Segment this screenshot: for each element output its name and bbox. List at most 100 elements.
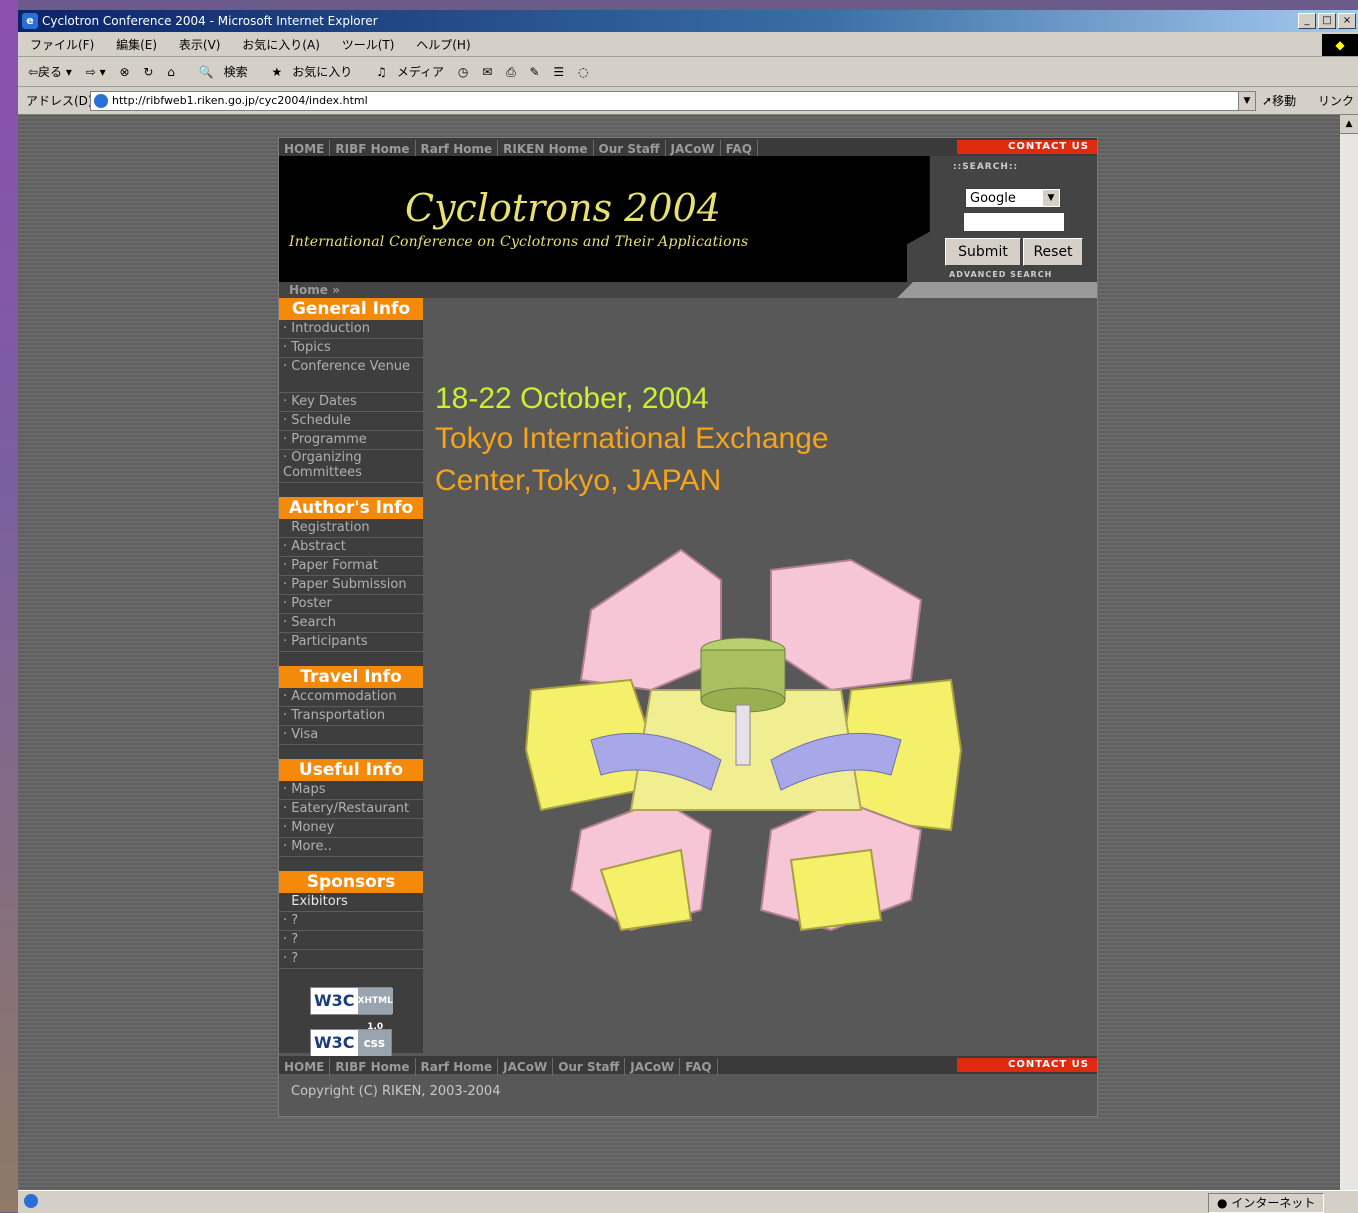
sidebar-item-paper-submission[interactable]: · Paper Submission xyxy=(279,576,423,595)
foot-nav-ribf-home[interactable]: RIBF Home xyxy=(330,1058,416,1076)
sidebar-item-sponsor-3[interactable]: · ? xyxy=(279,950,423,969)
history-icon[interactable]: ◷ xyxy=(458,65,468,79)
print-icon[interactable]: ⎙ xyxy=(506,65,516,79)
reset-button[interactable]: Reset xyxy=(1023,238,1083,266)
sidebar-item-maps[interactable]: · Maps xyxy=(279,781,423,800)
foot-nav-our-staff[interactable]: Our Staff xyxy=(553,1058,626,1076)
window-title: Cyclotron Conference 2004 - Microsoft In… xyxy=(42,14,378,28)
address-input[interactable]: http://ribfweb1.riken.go.jp/cyc2004/inde… xyxy=(90,91,1240,111)
sidebar-item-label: Programme xyxy=(291,432,367,447)
footer-nav: HOME RIBF Home Rarf Home JACoW Our Staff JACo… xyxy=(279,1056,1097,1076)
sponsors-heading: Sponsors xyxy=(279,871,423,893)
sidebar-item-label: Money xyxy=(291,820,335,835)
menu-tools[interactable]: ツール(T) xyxy=(342,38,395,52)
vertical-scrollbar[interactable]: ▲ xyxy=(1340,115,1358,1190)
go-button[interactable]: ➚移動 xyxy=(1262,88,1296,114)
media-label: メディア xyxy=(396,65,445,79)
sidebar-item-paper-format[interactable]: · Paper Format xyxy=(279,557,423,576)
refresh-icon[interactable]: ↻ xyxy=(143,65,153,79)
submit-button[interactable]: Submit xyxy=(945,238,1021,266)
sidebar-item-money[interactable]: · Money xyxy=(279,819,423,838)
sidebar-item-registration[interactable]: Registration xyxy=(279,519,423,538)
sidebar-item-accommodation[interactable]: · Accommodation xyxy=(279,688,423,707)
scroll-up-icon[interactable]: ▲ xyxy=(1340,115,1358,134)
sidebar-item-label: ? xyxy=(291,951,299,966)
sidebar-item-schedule[interactable]: · Schedule xyxy=(279,412,423,431)
footer-contact-us-link[interactable]: CONTACT US xyxy=(947,1058,1097,1072)
sidebar-item-programme[interactable]: · Programme xyxy=(279,431,423,450)
general-info-heading: General Info xyxy=(279,298,423,320)
search-engine-select[interactable]: Google ▼ xyxy=(965,188,1061,208)
title-bar: e Cyclotron Conference 2004 - Microsoft … xyxy=(18,10,1358,32)
sidebar-item-more[interactable]: · More.. xyxy=(279,838,423,857)
sidebar-item-abstract[interactable]: · Abstract xyxy=(279,538,423,557)
sidebar-item-conference-venue[interactable]: · Conference Venue xyxy=(279,358,423,393)
page-viewport: HOME RIBF Home Rarf Home RIKEN Home Our Staf… xyxy=(18,115,1340,1190)
advanced-search-link[interactable]: ADVANCED SEARCH xyxy=(949,270,1052,279)
menu-file[interactable]: ファイル(F) xyxy=(30,38,94,52)
home-icon[interactable]: ⌂ xyxy=(167,65,175,79)
maximize-button[interactable]: □ xyxy=(1318,13,1336,29)
back-button[interactable]: ⇦戻る ▾ xyxy=(28,65,72,79)
foot-nav-jacow-2[interactable]: JACoW xyxy=(625,1058,681,1076)
sidebar-item-label: Topics xyxy=(291,340,331,355)
sidebar-item-label: Abstract xyxy=(291,539,346,554)
cyclotron-illustration xyxy=(524,548,963,932)
sidebar-item-sponsor-2[interactable]: · ? xyxy=(279,931,423,950)
search-panel: ::SEARCH:: Google ▼ Submit Reset ADVANCE… xyxy=(907,156,1097,282)
discuss-icon[interactable]: ☰ xyxy=(553,65,564,79)
foot-nav-rarf-home[interactable]: Rarf Home xyxy=(416,1058,499,1076)
menu-favorites[interactable]: お気に入り(A) xyxy=(242,38,320,52)
mail-icon[interactable]: ✉ xyxy=(482,65,492,79)
foot-nav-jacow[interactable]: JACoW xyxy=(498,1058,554,1076)
w3c-css-badge[interactable]: W3C css xyxy=(310,1029,392,1057)
contact-us-link[interactable]: CONTACT US xyxy=(947,140,1097,154)
close-button[interactable]: × xyxy=(1338,13,1356,29)
search-button[interactable]: 🔍 検索 xyxy=(189,65,248,79)
globe-icon: ● xyxy=(1217,1196,1228,1210)
sidebar-item-visa[interactable]: · Visa xyxy=(279,726,423,745)
sidebar-item-organizing-committees[interactable]: · Organizing Committees xyxy=(279,450,423,483)
messenger-icon[interactable]: ◌ xyxy=(578,65,588,79)
conference-page: HOME RIBF Home Rarf Home RIKEN Home Our Staf… xyxy=(278,137,1098,1117)
top-nav: HOME RIBF Home Rarf Home RIKEN Home Our Staf… xyxy=(279,138,1097,158)
sidebar-item-sponsor-1[interactable]: · ? xyxy=(279,912,423,931)
foot-nav-home[interactable]: HOME xyxy=(279,1058,331,1076)
sidebar-item-exibitors[interactable]: Exibitors xyxy=(279,893,423,912)
edit-icon[interactable]: ✎ xyxy=(530,65,540,79)
menu-help[interactable]: ヘルプ(H) xyxy=(416,38,470,52)
chevron-down-icon: ▼ xyxy=(1043,190,1059,206)
menu-edit[interactable]: 編集(E) xyxy=(116,38,157,52)
breadcrumb[interactable]: Home » xyxy=(289,282,340,298)
sidebar-item-topics[interactable]: · Topics xyxy=(279,339,423,358)
breadcrumb-decoration xyxy=(897,282,1097,298)
conference-date: 18-22 October, 2004 xyxy=(435,382,709,415)
menu-view[interactable]: 表示(V) xyxy=(179,38,221,52)
search-input[interactable] xyxy=(963,212,1065,232)
sidebar-item-transportation[interactable]: · Transportation xyxy=(279,707,423,726)
links-button[interactable]: リンク xyxy=(1318,88,1354,114)
sidebar-item-search[interactable]: · Search xyxy=(279,614,423,633)
w3c-xhtml-badge[interactable]: W3C XHTML 1.0 xyxy=(310,987,393,1032)
foot-nav-faq[interactable]: FAQ xyxy=(680,1058,718,1076)
media-button[interactable]: ♫ メディア xyxy=(366,65,444,79)
address-url: http://ribfweb1.riken.go.jp/cyc2004/inde… xyxy=(112,94,368,107)
forward-button[interactable]: ⇨ ▾ xyxy=(86,65,106,79)
search-engine-value: Google xyxy=(970,191,1016,206)
sidebar-item-poster[interactable]: · Poster xyxy=(279,595,423,614)
stop-icon[interactable]: ⊗ xyxy=(119,65,129,79)
sidebar-item-label: Maps xyxy=(291,782,326,797)
sidebar-item-participants[interactable]: · Participants xyxy=(279,633,423,652)
minimize-button[interactable]: _ xyxy=(1298,13,1316,29)
sidebar-item-eatery[interactable]: · Eatery/Restaurant xyxy=(279,800,423,819)
sidebar-item-introduction[interactable]: · Introduction xyxy=(279,320,423,339)
address-dropdown[interactable]: ▼ xyxy=(1238,91,1256,111)
favorites-button[interactable]: ★ お気に入り xyxy=(262,65,353,79)
venue-line-1: Tokyo International Exchange xyxy=(435,422,829,455)
sidebar-item-key-dates[interactable]: · Key Dates xyxy=(279,393,423,412)
favorites-icon: ★ xyxy=(271,65,283,79)
w3c-xhtml-left: W3C xyxy=(311,988,358,1014)
